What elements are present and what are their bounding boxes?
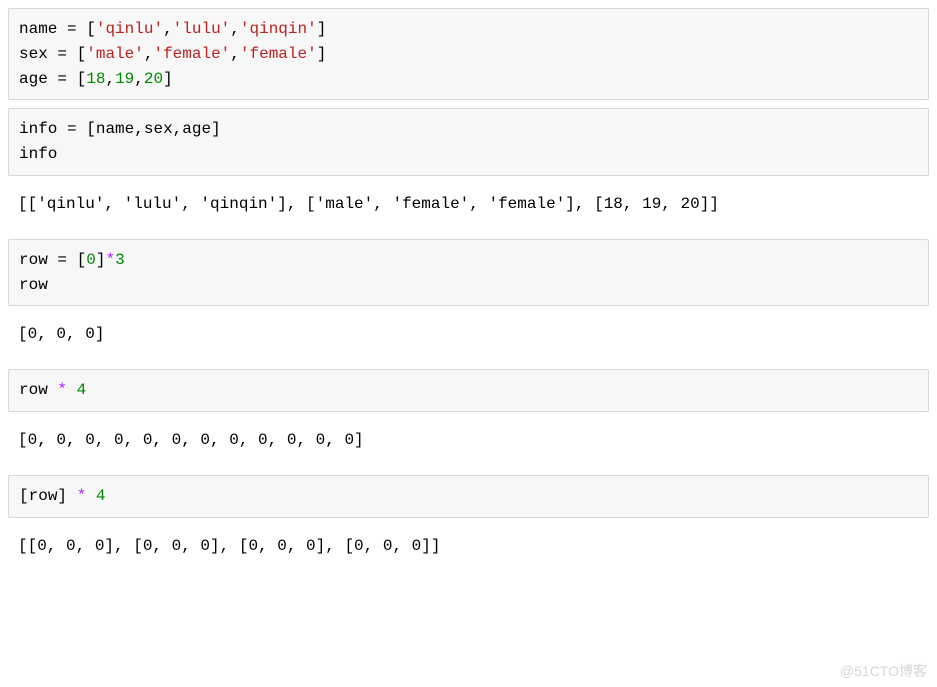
code-token: = [57,251,67,269]
code-token: row [19,381,48,399]
code-token: , [173,120,183,138]
code-token: = [67,20,77,38]
code-token: 18 [86,70,105,88]
code-token [67,381,77,399]
code-token: [ [77,70,87,88]
code-cell: row * 4 [8,369,929,412]
code-token [67,487,77,505]
code-token: ] [317,45,327,63]
code-token: 20 [144,70,163,88]
code-token [48,70,58,88]
code-token: 19 [115,70,134,88]
code-token: age [182,120,211,138]
code-token [67,70,77,88]
code-token: 'female' [240,45,317,63]
code-token: = [57,45,67,63]
code-token [57,20,67,38]
code-token [77,20,87,38]
code-cell: [row] * 4 [8,475,929,518]
code-token [86,487,96,505]
code-token: 'lulu' [173,20,231,38]
code-token: [ [86,120,96,138]
code-token: * [77,487,87,505]
code-token: [ [77,251,87,269]
code-token: [ [19,487,29,505]
code-token [67,45,77,63]
code-token: info [19,120,57,138]
code-token: sex [19,45,48,63]
code-token [48,45,58,63]
code-token [48,251,58,269]
output-cell: [0, 0, 0, 0, 0, 0, 0, 0, 0, 0, 0, 0] [8,420,929,467]
code-token: row [19,251,48,269]
code-token: , [230,45,240,63]
code-token: 0 [86,251,96,269]
code-token: row [29,487,58,505]
code-token: * [57,381,67,399]
code-token: 'qinqin' [240,20,317,38]
output-cell: [[0, 0, 0], [0, 0, 0], [0, 0, 0], [0, 0,… [8,526,929,573]
output-cell: [['qinlu', 'lulu', 'qinqin'], ['male', '… [8,184,929,231]
code-token: 4 [77,381,87,399]
code-cell: info = [name,sex,age] info [8,108,929,176]
watermark: @51CTO博客 [840,661,927,681]
code-token: ] [317,20,327,38]
code-token: ] [57,487,67,505]
code-token: name [96,120,134,138]
code-token: ] [163,70,173,88]
code-token: [ [77,45,87,63]
code-token: 3 [115,251,125,269]
code-token: row [19,276,48,294]
code-token: , [134,70,144,88]
code-token: = [67,120,77,138]
code-token: , [134,120,144,138]
code-token: [ [86,20,96,38]
code-token: 'male' [86,45,144,63]
code-token: age [19,70,48,88]
code-cell: row = [0]*3 row [8,239,929,307]
code-token: , [230,20,240,38]
code-token: 'female' [153,45,230,63]
code-token [48,381,58,399]
code-token: sex [144,120,173,138]
code-token: info [19,145,57,163]
code-token [77,120,87,138]
code-token: = [57,70,67,88]
code-token [67,251,77,269]
code-token: 4 [96,487,106,505]
code-token: , [105,70,115,88]
code-token [57,120,67,138]
code-token: ] [211,120,221,138]
code-token: , [163,20,173,38]
code-cell: name = ['qinlu','lulu','qinqin'] sex = [… [8,8,929,100]
output-cell: [0, 0, 0] [8,314,929,361]
code-token: 'qinlu' [96,20,163,38]
code-token: * [105,251,115,269]
code-token: name [19,20,57,38]
